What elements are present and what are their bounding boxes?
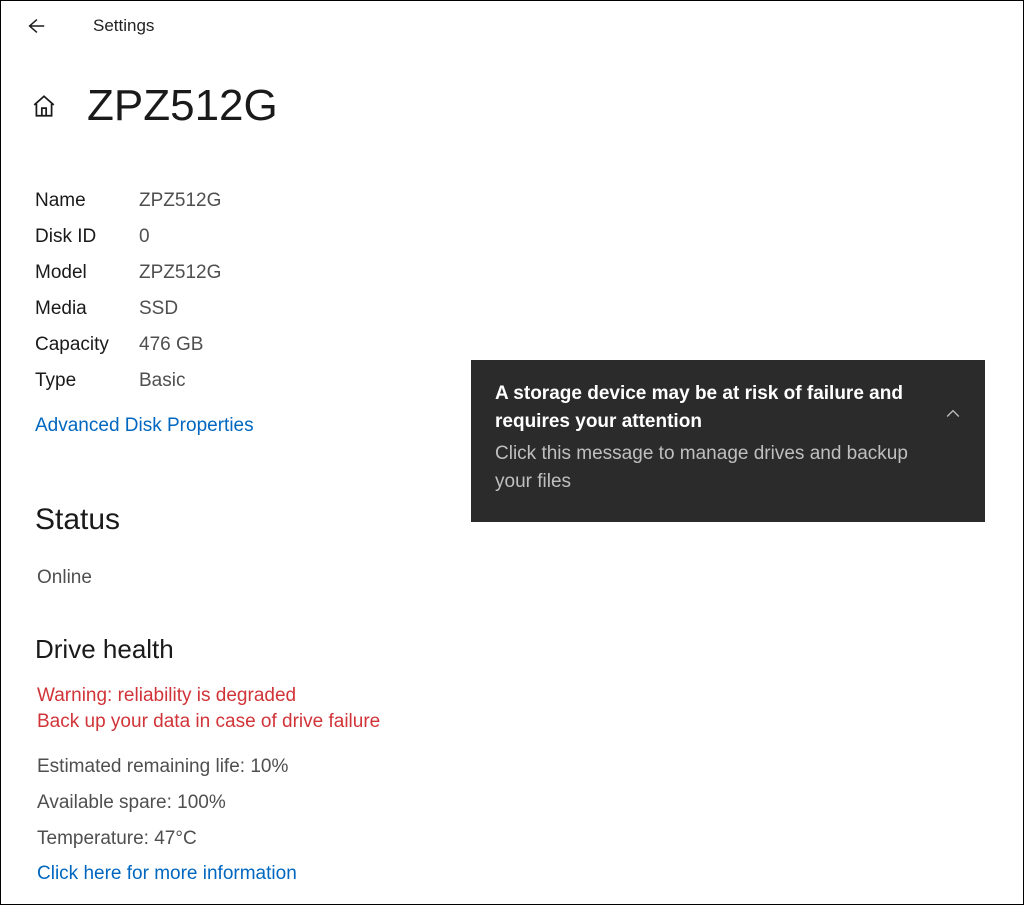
- prop-value: SSD: [139, 291, 178, 327]
- prop-value: Basic: [139, 363, 185, 399]
- drive-health-warning: Warning: reliability is degraded Back up…: [37, 683, 1023, 735]
- metric-remaining-life: Estimated remaining life: 10%: [37, 749, 1023, 785]
- prop-row-diskid: Disk ID 0: [35, 219, 1023, 255]
- prop-row-name: Name ZPZ512G: [35, 183, 1023, 219]
- warning-line: Warning: reliability is degraded: [37, 683, 1023, 709]
- metric-temperature: Temperature: 47°C: [37, 821, 1023, 857]
- prop-label: Media: [35, 291, 139, 327]
- more-information-link[interactable]: Click here for more information: [37, 863, 1023, 885]
- warning-line: Back up your data in case of drive failu…: [37, 709, 1023, 735]
- prop-row-media: Media SSD: [35, 291, 1023, 327]
- prop-row-capacity: Capacity 476 GB: [35, 327, 1023, 363]
- page-title: ZPZ512G: [87, 81, 278, 131]
- prop-value: 0: [139, 219, 150, 255]
- drive-health-heading: Drive health: [35, 634, 1023, 665]
- toast-body: Click this message to manage drives and …: [495, 440, 927, 496]
- toast-title: A storage device may be at risk of failu…: [495, 380, 927, 436]
- prop-label: Model: [35, 255, 139, 291]
- prop-value: ZPZ512G: [139, 255, 221, 291]
- chevron-up-icon[interactable]: [943, 404, 963, 424]
- home-icon[interactable]: [31, 93, 57, 119]
- metric-available-spare: Available spare: 100%: [37, 785, 1023, 821]
- prop-label: Disk ID: [35, 219, 139, 255]
- prop-label: Type: [35, 363, 139, 399]
- prop-row-model: Model ZPZ512G: [35, 255, 1023, 291]
- prop-value: ZPZ512G: [139, 183, 221, 219]
- storage-risk-toast[interactable]: A storage device may be at risk of failu…: [471, 360, 985, 522]
- prop-value: 476 GB: [139, 327, 203, 363]
- settings-label: Settings: [93, 16, 154, 36]
- prop-label: Name: [35, 183, 139, 219]
- back-arrow-icon[interactable]: [25, 15, 47, 37]
- status-value: Online: [37, 567, 1023, 589]
- prop-label: Capacity: [35, 327, 139, 363]
